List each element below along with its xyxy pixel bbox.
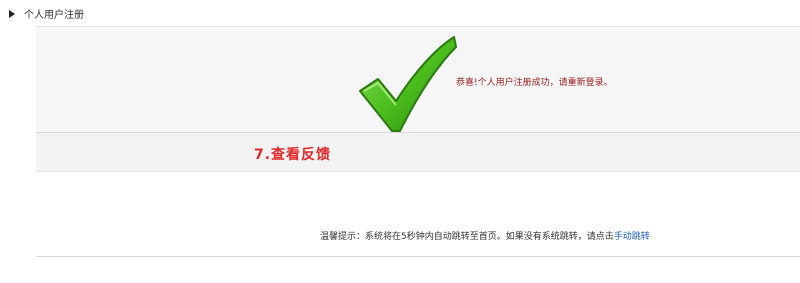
section-header: 个人用户注册 <box>0 0 800 26</box>
bottom-divider <box>36 256 800 257</box>
section-title: 个人用户注册 <box>24 10 84 21</box>
step-label: 7.查看反馈 <box>254 147 332 163</box>
checkmark-icon <box>359 36 457 132</box>
manual-redirect-link[interactable]: 手动跳转 <box>614 232 650 242</box>
success-panel: 恭喜!个人用户注册成功，请重新登录。 <box>36 26 800 133</box>
success-message: 恭喜!个人用户注册成功，请重新登录。 <box>456 78 613 88</box>
notice-text: 温馨提示：系统将在5秒钟内自动跳转至首页。如果没有系统跳转，请点击 <box>320 232 614 242</box>
step-band: 7.查看反馈 <box>36 133 800 172</box>
triangle-right-icon <box>9 10 15 18</box>
notice-panel: 温馨提示：系统将在5秒钟内自动跳转至首页。如果没有系统跳转，请点击手动跳转 <box>36 172 800 256</box>
redirect-notice: 温馨提示：系统将在5秒钟内自动跳转至首页。如果没有系统跳转，请点击手动跳转 <box>320 229 650 242</box>
content-area: 恭喜!个人用户注册成功，请重新登录。 7.查看反馈 温馨提示：系统将在5秒钟内自… <box>36 26 800 256</box>
